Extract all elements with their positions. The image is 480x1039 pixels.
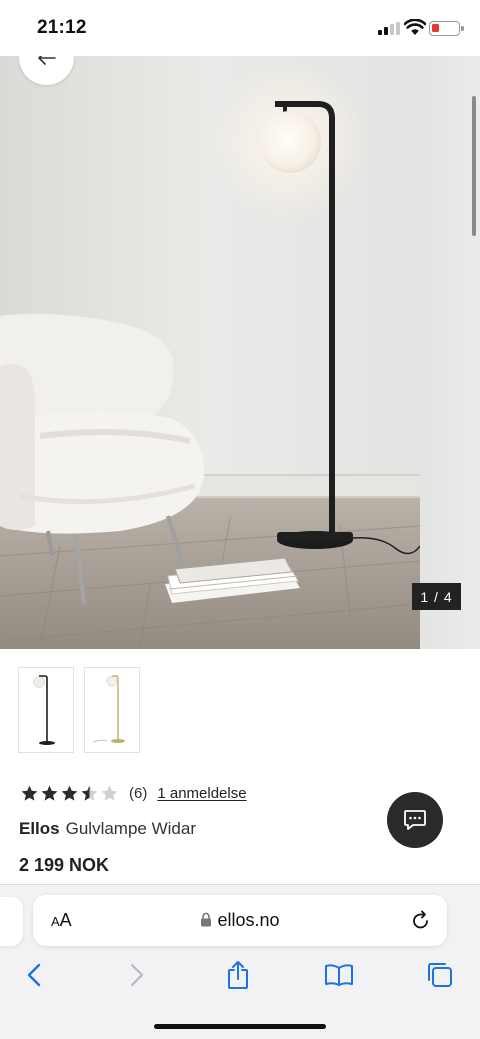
reload-icon[interactable] bbox=[411, 909, 431, 931]
lock-icon bbox=[201, 912, 212, 927]
tabs-icon bbox=[428, 963, 452, 987]
signal-icon bbox=[378, 22, 400, 35]
browser-toolbar bbox=[0, 957, 480, 997]
star-rating bbox=[20, 784, 119, 803]
url-label: ellos.no bbox=[217, 910, 280, 930]
product-brand[interactable]: Ellos bbox=[19, 819, 60, 838]
thumbnail-strip bbox=[18, 667, 140, 753]
chat-bubble-icon bbox=[404, 810, 426, 830]
browser-chrome: AA ellos.no bbox=[0, 884, 480, 1039]
browser-forward-button[interactable] bbox=[119, 957, 155, 993]
product-name: Gulvlampe Widar bbox=[65, 819, 196, 838]
battery-icon bbox=[429, 21, 464, 36]
thumbnail-black-lamp[interactable] bbox=[18, 667, 74, 753]
product-price: 2 199 NOK bbox=[19, 855, 110, 875]
status-time: 21:12 bbox=[37, 17, 87, 38]
product-image[interactable] bbox=[0, 56, 420, 649]
product-title: Ellos Gulvlampe Widar bbox=[19, 819, 196, 839]
bookmarks-button[interactable] bbox=[321, 957, 357, 993]
rating-count: (6) bbox=[129, 784, 148, 802]
scroll-indicator bbox=[472, 96, 476, 236]
forward-icon bbox=[130, 963, 144, 987]
back-icon bbox=[27, 963, 41, 987]
status-bar: 21:12 bbox=[0, 0, 480, 56]
address-bar[interactable]: AA ellos.no bbox=[33, 895, 447, 946]
chat-button[interactable] bbox=[387, 792, 443, 848]
rating-row: (6) 1 anmeldelse bbox=[20, 782, 247, 804]
reviews-link[interactable]: 1 anmeldelse bbox=[157, 785, 246, 802]
next-image-peek[interactable] bbox=[420, 56, 480, 649]
star-full-icon bbox=[41, 785, 58, 801]
star-full-icon bbox=[61, 785, 78, 801]
arrow-left-icon bbox=[37, 56, 56, 65]
thumbnail-brass-lamp[interactable] bbox=[84, 667, 140, 753]
product-gallery[interactable]: 1 / 4 bbox=[0, 56, 480, 649]
bookmarks-icon bbox=[325, 964, 353, 986]
share-icon bbox=[228, 961, 248, 989]
browser-back-button[interactable] bbox=[16, 957, 52, 993]
star-empty-icon bbox=[101, 785, 118, 801]
share-button[interactable] bbox=[220, 957, 256, 993]
star-half-icon bbox=[81, 785, 98, 801]
previous-tab-peek[interactable] bbox=[0, 897, 23, 946]
home-indicator bbox=[154, 1024, 326, 1029]
url-text[interactable]: ellos.no bbox=[33, 910, 447, 931]
wifi-icon bbox=[404, 19, 426, 35]
tabs-button[interactable] bbox=[422, 957, 458, 993]
star-full-icon bbox=[21, 785, 38, 801]
image-counter: 1 / 4 bbox=[412, 583, 461, 610]
